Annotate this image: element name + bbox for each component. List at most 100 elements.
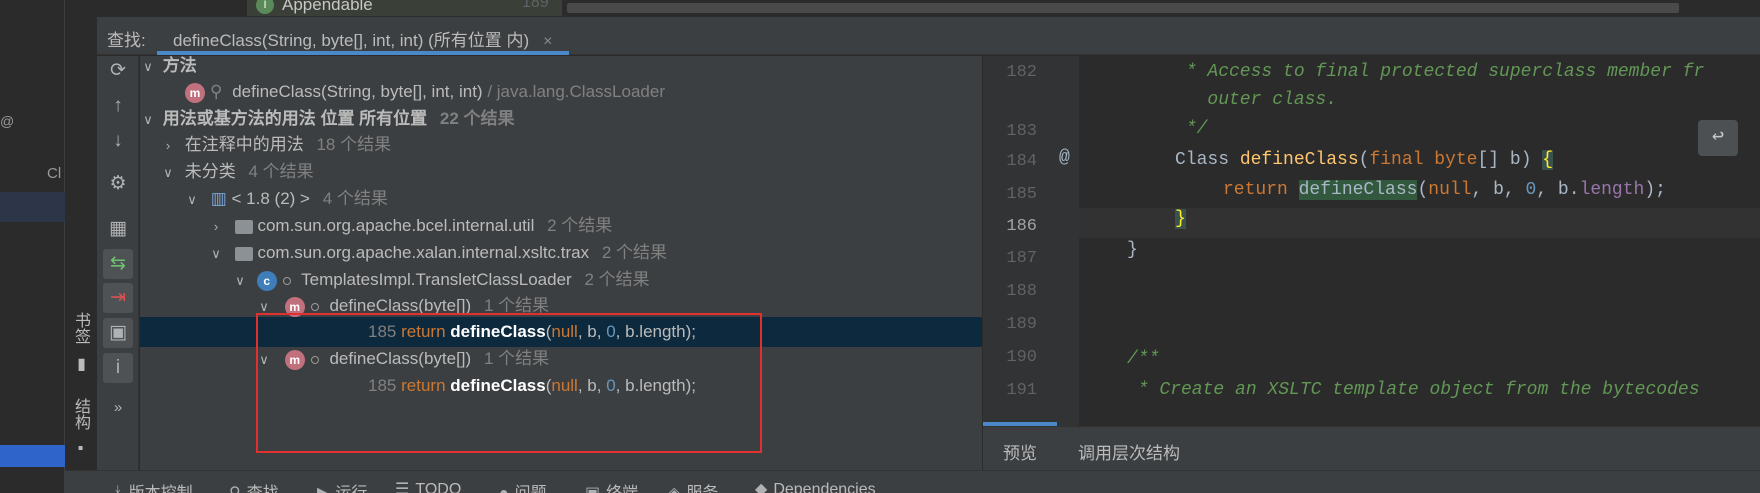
tool-find-label: 查找 <box>247 485 279 493</box>
tool-todo[interactable]: ☰ TODO <box>395 479 461 493</box>
tree-node-unclassified[interactable]: ∨ 未分类 4 个结果 <box>140 157 982 187</box>
package-bcel-count: 2 个结果 <box>547 216 613 235</box>
info-icon[interactable]: i <box>103 353 133 383</box>
services-icon: ◈ <box>668 483 680 493</box>
code-token-field: length <box>1579 180 1645 200</box>
dependencies-icon: ◆ <box>755 481 768 493</box>
warning-icon: ● <box>499 485 509 493</box>
line-number: 191 <box>1006 381 1037 400</box>
visibility-icon <box>282 276 291 285</box>
left-selected-row[interactable] <box>0 192 65 222</box>
code-comment-line: outer class. <box>1175 90 1338 110</box>
class-count: 2 个结果 <box>584 270 650 289</box>
tool-problems[interactable]: ● 问题 <box>499 479 547 493</box>
preview-folder-icon[interactable]: ▣ <box>103 318 133 348</box>
code-comment-close: */ <box>1175 119 1208 139</box>
tool-run[interactable]: ▶ 运行 <box>317 479 367 493</box>
code-line-187-brace: } <box>1127 240 1138 260</box>
arrow-down-icon[interactable]: ↓ <box>103 126 133 156</box>
horizontal-scrollbar[interactable] <box>567 3 1679 13</box>
bookmarks-label: 书签 <box>72 312 89 344</box>
code-line-185: return defineClass(null, b, 0, b.length)… <box>1223 180 1666 200</box>
method-class: / java.lang.ClassLoader <box>487 82 665 101</box>
tree-node-package-bcel[interactable]: › com.sun.org.apache.bcel.internal.util … <box>140 211 982 241</box>
find-tool-window-header: 查找: defineClass(String, byte[], int, int… <box>97 17 1760 55</box>
appendable-label: Appendable <box>282 0 373 14</box>
tree-node-in-comments[interactable]: › 在注释中的用法 18 个结果 <box>140 130 982 160</box>
line-number: 188 <box>1006 282 1037 301</box>
editor-top-strip: I Appendable 189 <box>97 0 1760 17</box>
tool-window-bar: ᚼ 版本控制 ⚲ 查找 ▶ 运行 ☰ TODO ● 问题 ▣ 终端 ◈ 服务 ◆ Depende… <box>65 470 1760 493</box>
close-icon[interactable]: × <box>543 33 552 50</box>
tree-node-jdk[interactable]: ∨ ▥ < 1.8 (2) > 4 个结果 <box>140 184 982 214</box>
settings-icon[interactable]: ⚙ <box>103 169 133 199</box>
tab-preview[interactable]: 预览 <box>1003 439 1037 464</box>
tool-todo-label: TODO <box>415 481 462 493</box>
unclassified-count: 4 个结果 <box>248 162 314 181</box>
preview-tabs: 预览 调用层次结构 <box>983 426 1760 470</box>
tree-node-package-trax[interactable]: ∨ com.sun.org.apache.xalan.internal.xslt… <box>140 238 982 268</box>
left-selected-row-blue[interactable] <box>0 445 65 467</box>
tool-problems-label: 问题 <box>515 485 547 493</box>
code-javadoc-open: /** <box>1127 349 1160 369</box>
library-icon: ▥ <box>210 189 227 208</box>
package-icon <box>234 246 253 261</box>
in-comments-label: 在注释中的用法 <box>184 135 304 154</box>
tool-services[interactable]: ◈ 服务 <box>668 479 718 493</box>
completion-item-appendable[interactable]: I Appendable <box>247 0 562 16</box>
in-comments-count: 18 个结果 <box>316 135 392 154</box>
package-icon <box>234 219 253 234</box>
find-label: 查找: <box>107 31 146 50</box>
group-icon[interactable]: ▦ <box>103 214 133 244</box>
tool-dependencies[interactable]: ◆ Dependencies <box>755 479 876 493</box>
exclude-icon[interactable]: ⇥ <box>103 283 133 313</box>
tool-find[interactable]: ⚲ 查找 <box>229 479 279 493</box>
left-at-fragment: @ <box>0 113 15 129</box>
code-token-keyword: null <box>1428 180 1472 200</box>
line-number: 183 <box>1006 122 1037 141</box>
line-number: 190 <box>1006 348 1037 367</box>
usages-count: 22 个结果 <box>439 109 515 128</box>
tool-terminal[interactable]: ▣ 终端 <box>585 479 638 493</box>
line-number: 185 <box>1006 185 1037 204</box>
code-token: Class <box>1175 150 1240 170</box>
line-number: 189 <box>1006 315 1037 334</box>
override-marker-icon[interactable]: @ <box>1059 148 1070 168</box>
refresh-icon[interactable]: ⟳ <box>103 56 133 86</box>
line-number-current: 186 <box>1006 217 1037 236</box>
tool-services-label: 服务 <box>686 485 718 493</box>
bookmarks-tool-tab[interactable]: 书签 ▮ <box>70 312 92 373</box>
jdk-label: < 1.8 (2) > <box>231 189 310 208</box>
more-icon[interactable]: » <box>103 393 133 423</box>
find-result-tab[interactable]: defineClass(String, byte[], int, int) (所… <box>157 17 569 55</box>
appendable-line-number: 189 <box>522 0 549 11</box>
search-icon: ⚲ <box>229 483 241 493</box>
code-token-method: defineClass <box>1239 150 1359 170</box>
tool-terminal-label: 终端 <box>606 485 638 493</box>
play-icon: ▶ <box>317 483 329 493</box>
code-token: ); <box>1644 180 1666 200</box>
arrow-up-icon[interactable]: ↑ <box>103 91 133 121</box>
code-preview: 182 183 184 185 186 187 188 189 190 191 … <box>983 56 1760 426</box>
key-icon: ⚲ <box>210 82 223 101</box>
unclassified-label: 未分类 <box>184 162 236 181</box>
soft-wrap-icon[interactable]: ↩ <box>1698 120 1738 156</box>
structure-tool-tab[interactable]: 结构 ▪ <box>70 398 92 457</box>
tab-call-hierarchy[interactable]: 调用层次结构 <box>1078 439 1180 464</box>
line-number: 182 <box>1006 63 1037 82</box>
code-token-brace: { <box>1542 150 1554 170</box>
tool-run-label: 运行 <box>335 485 367 493</box>
jump-source-icon[interactable]: ⇆ <box>103 249 133 279</box>
code-line-186-brace: } <box>1175 209 1186 229</box>
code-token: , b, <box>1471 180 1526 200</box>
tool-vcs[interactable]: ᚼ 版本控制 <box>113 479 193 493</box>
jdk-count: 4 个结果 <box>322 189 388 208</box>
tree-node-method[interactable]: m ⚲ defineClass(String, byte[], int, int)… <box>140 77 982 107</box>
branch-icon: ᚼ <box>113 485 123 493</box>
method-icon: m <box>185 82 205 103</box>
package-trax-label: com.sun.org.apache.xalan.internal.xsltc.… <box>257 243 590 262</box>
tool-vcs-label: 版本控制 <box>129 485 193 493</box>
code-token: ( <box>1417 180 1429 200</box>
usages-header-label: 用法或基方法的用法 位置 所有位置 <box>162 109 428 128</box>
left-c-fragment: Cl <box>47 165 62 182</box>
